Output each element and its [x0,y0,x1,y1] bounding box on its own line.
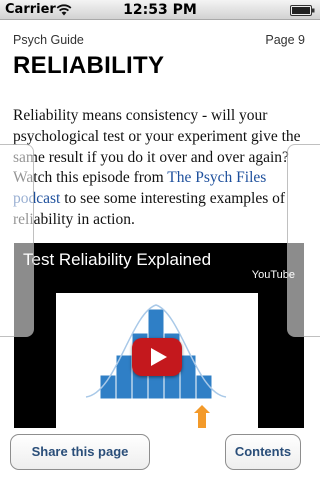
next-page-tab[interactable] [287,144,320,337]
video-title: Test Reliability Explained [23,250,212,269]
contents-button[interactable]: Contents [225,434,301,470]
page-number: Page 9 [265,33,305,47]
play-icon[interactable] [132,338,182,376]
body-paragraph: Reliability means consistency - will you… [13,106,309,231]
clock: 12:53 PM [123,2,197,18]
guide-label: Psych Guide [13,33,84,47]
video-player[interactable]: Test Reliability Explained YouTube [14,243,304,428]
previous-page-tab[interactable] [0,144,34,337]
page-header: Psych Guide Page 9 [13,33,305,49]
share-page-button[interactable]: Share this page [10,434,150,470]
battery-icon [290,5,315,16]
up-arrow-icon [194,405,210,428]
status-bar: Carrier 12:53 PM [0,0,320,20]
page-title: RELIABILITY [13,52,165,79]
bottom-toolbar: Share this page Contents [0,428,320,480]
